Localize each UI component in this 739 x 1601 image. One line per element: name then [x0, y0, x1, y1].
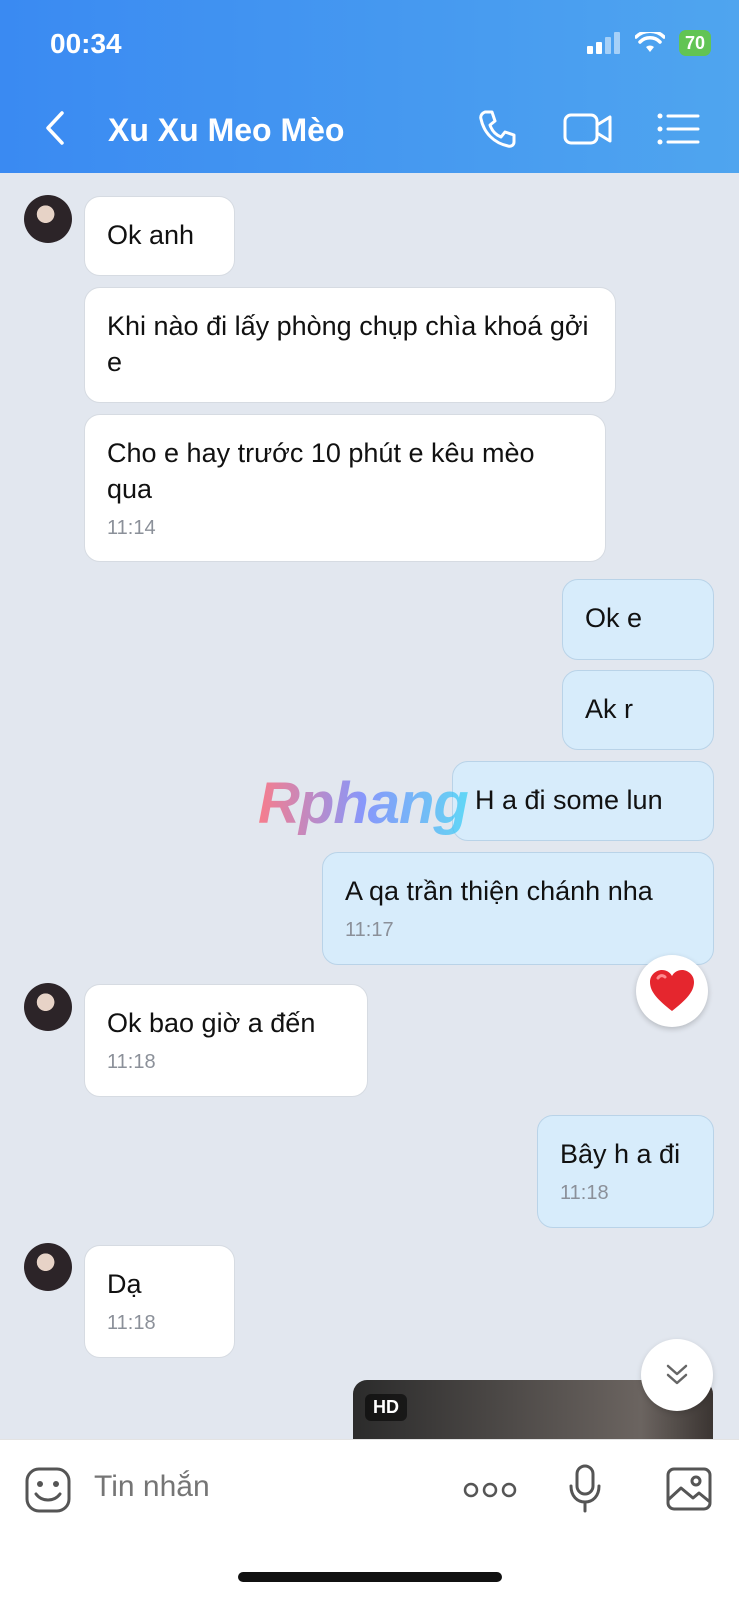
outgoing-message[interactable]: H a đi some lun — [452, 761, 714, 841]
outgoing-message[interactable]: Ak r — [562, 670, 714, 750]
outgoing-message[interactable]: Bây h a đi 11:18 — [537, 1115, 714, 1228]
chat-header: 00:34 70 Xu Xu Meo Mèo — [0, 0, 739, 173]
status-icons: 70 — [586, 30, 711, 56]
more-icon — [463, 1482, 517, 1498]
message-time: 11:18 — [107, 1051, 156, 1073]
scroll-to-bottom-button[interactable] — [641, 1339, 713, 1411]
image-icon — [666, 1467, 712, 1511]
contact-name[interactable]: Xu Xu Meo Mèo — [108, 112, 344, 149]
message-text: Bây h a đi — [560, 1139, 681, 1169]
message-text: H a đi some lun — [475, 785, 663, 815]
message-time: 11:18 — [107, 1312, 156, 1334]
back-icon — [46, 111, 64, 145]
message-input[interactable] — [94, 1470, 424, 1504]
phone-icon — [479, 110, 516, 148]
home-indicator — [238, 1572, 502, 1582]
message-text: Ak r — [585, 694, 634, 724]
watermark-text: Rphang — [258, 771, 469, 836]
scroll-down-icon — [666, 1364, 688, 1385]
chat-options-button[interactable] — [656, 108, 700, 155]
heart-reaction-icon — [650, 970, 694, 1011]
contact-avatar[interactable] — [24, 1243, 72, 1291]
hd-badge: HD — [365, 1394, 407, 1421]
contact-avatar[interactable] — [24, 195, 72, 243]
video-call-button[interactable] — [562, 108, 614, 155]
status-time: 00:34 — [50, 28, 122, 59]
incoming-message[interactable]: Ok bao giờ a đến 11:18 — [84, 984, 368, 1097]
message-text: Khi nào đi lấy phòng chụp chìa khoá gởi … — [107, 311, 589, 377]
voice-message-button[interactable] — [568, 1464, 602, 1519]
message-text: Dạ — [107, 1269, 142, 1299]
mic-icon — [569, 1464, 601, 1513]
message-text: Ok anh — [107, 220, 195, 250]
contact-avatar[interactable] — [24, 983, 72, 1031]
signal-icon — [586, 32, 620, 54]
reaction-button[interactable] — [636, 955, 708, 1027]
message-time: 11:14 — [107, 517, 156, 539]
sticker-icon — [25, 1467, 71, 1513]
menu-list-icon — [657, 113, 700, 145]
battery-indicator: 70 — [678, 30, 711, 56]
send-image-button[interactable] — [665, 1466, 713, 1517]
more-options-button[interactable] — [463, 1480, 517, 1505]
incoming-message[interactable]: Ok anh — [84, 196, 235, 276]
message-time: 11:17 — [345, 919, 394, 941]
back-button[interactable] — [42, 110, 68, 151]
message-time: 11:18 — [560, 1182, 609, 1204]
video-icon — [563, 113, 612, 145]
sticker-button[interactable] — [24, 1466, 72, 1519]
incoming-message[interactable]: Cho e hay trước 10 phút e kêu mèo qua 11… — [84, 414, 606, 562]
message-text: Ok bao giờ a đến — [107, 1008, 316, 1038]
outgoing-message[interactable]: A qa trần thiện chánh nha 11:17 — [322, 852, 714, 965]
incoming-message[interactable]: Khi nào đi lấy phòng chụp chìa khoá gởi … — [84, 287, 616, 403]
message-text: Cho e hay trước 10 phút e kêu mèo qua — [107, 438, 535, 504]
voice-call-button[interactable] — [476, 108, 518, 155]
wifi-icon — [634, 32, 665, 52]
incoming-message[interactable]: Dạ 11:18 — [84, 1245, 235, 1358]
outgoing-message[interactable]: Ok e — [562, 579, 714, 660]
message-text: A qa trần thiện chánh nha — [345, 876, 653, 906]
message-text: Ok e — [585, 603, 643, 633]
